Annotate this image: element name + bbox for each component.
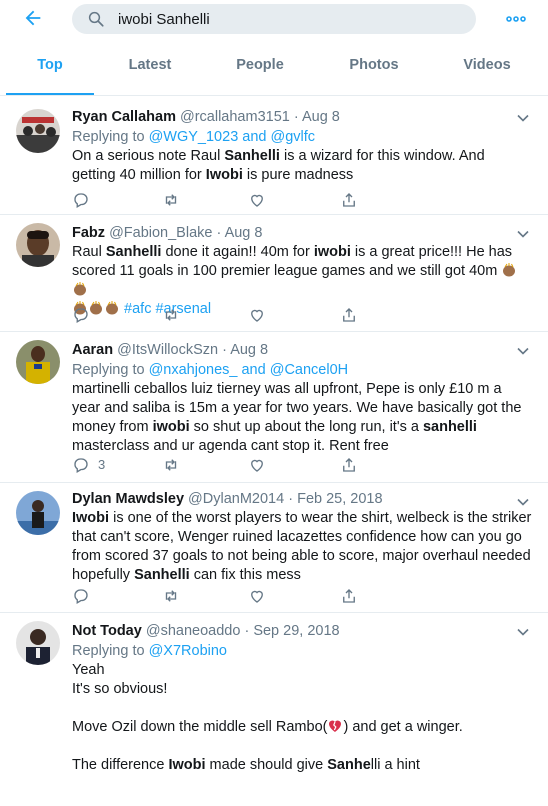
separator: · <box>216 225 222 241</box>
tweet[interactable]: Fabz @Fabion_Blake · Aug 8 Raul Sanhelli… <box>0 215 548 332</box>
share-icon[interactable] <box>340 191 358 211</box>
author-name[interactable]: Aaran <box>72 342 113 358</box>
tweet-date[interactable]: Aug 8 <box>230 342 268 358</box>
reply-mentions[interactable]: @WGY_1023 and @gvlfc <box>149 129 315 145</box>
avatar[interactable] <box>16 223 60 267</box>
replying-label: Replying to <box>72 643 145 659</box>
tweet-actions <box>72 191 372 211</box>
tweet-actions <box>72 587 372 607</box>
tweet-header: Dylan Mawdsley @DylanM2014 · Feb 25, 201… <box>72 489 532 509</box>
share-icon[interactable] <box>340 456 358 476</box>
retweet-icon[interactable] <box>162 191 180 211</box>
separator: · <box>222 342 227 358</box>
author-handle[interactable]: @DylanM2014 <box>188 491 284 507</box>
tweet-actions <box>72 306 372 326</box>
replying-to: Replying to @nxahjones_ and @Cancel0H <box>72 360 532 380</box>
tweet-header: Fabz @Fabion_Blake · Aug 8 <box>72 223 532 243</box>
avatar[interactable] <box>16 109 60 153</box>
tab-latest[interactable]: Latest <box>100 40 200 96</box>
replying-label: Replying to <box>72 129 145 145</box>
replying-to: Replying to @WGY_1023 and @gvlfc <box>72 127 532 147</box>
separator: · <box>244 623 250 639</box>
retweet-icon[interactable] <box>162 456 180 476</box>
tweet-text: Yeah It's so obvious! Move Ozil down the… <box>72 662 463 773</box>
broken-heart-emoji <box>327 719 343 735</box>
tweet[interactable]: Ryan Callaham @rcallaham3151 · Aug 8 Rep… <box>0 97 548 215</box>
tweet[interactable]: Dylan Mawdsley @DylanM2014 · Feb 25, 201… <box>0 483 548 613</box>
heart-icon[interactable] <box>248 306 266 326</box>
tab-people[interactable]: People <box>210 40 310 96</box>
author-name[interactable]: Ryan Callaham <box>72 109 176 125</box>
reply-icon[interactable]: 3 <box>72 456 112 476</box>
avatar[interactable] <box>16 621 60 665</box>
tweet-header: Ryan Callaham @rcallaham3151 · Aug 8 <box>72 107 532 127</box>
tweet-text: On a serious note Raul Sanhelli is a wiz… <box>72 148 489 183</box>
more-dots-icon[interactable] <box>504 9 528 29</box>
reply-icon[interactable] <box>72 587 90 607</box>
tweet-text: Iwobi is one of the worst players to wea… <box>72 510 536 583</box>
reply-count: 3 <box>98 457 106 472</box>
heart-icon[interactable] <box>248 587 266 607</box>
tweet-date[interactable]: Aug 8 <box>302 109 340 125</box>
tweet-actions: 3 <box>72 456 372 476</box>
separator: · <box>288 491 294 507</box>
tweet-text: martinelli ceballos luiz tierney was all… <box>72 381 526 454</box>
separator: · <box>293 109 299 125</box>
heart-icon[interactable] <box>248 191 266 211</box>
tab-videos[interactable]: Videos <box>437 40 537 96</box>
tweet-header: Aaran @ItsWillockSzn · Aug 8 <box>72 340 532 360</box>
author-handle[interactable]: @ItsWillockSzn <box>117 342 218 358</box>
replying-label: Replying to <box>72 362 145 378</box>
replying-to: Replying to @X7Robino <box>72 641 532 661</box>
avatar[interactable] <box>16 340 60 384</box>
author-handle[interactable]: @rcallaham3151 <box>180 109 290 125</box>
search-input[interactable] <box>118 8 458 30</box>
search-tabs: Top Latest People Photos Videos <box>0 40 548 96</box>
share-icon[interactable] <box>340 306 358 326</box>
back-arrow-icon[interactable] <box>22 7 44 29</box>
author-name[interactable]: Dylan Mawdsley <box>72 491 184 507</box>
author-handle[interactable]: @Fabion_Blake <box>109 225 212 241</box>
tweet[interactable]: Not Today @shaneoaddo · Sep 29, 2018 Rep… <box>0 613 548 806</box>
author-name[interactable]: Fabz <box>72 225 105 241</box>
tweet-date[interactable]: Aug 8 <box>225 225 263 241</box>
reply-mentions[interactable]: @X7Robino <box>149 643 227 659</box>
search-icon <box>87 10 105 28</box>
author-handle[interactable]: @shaneoaddo <box>146 623 241 639</box>
tweet-date[interactable]: Feb 25, 2018 <box>297 491 382 507</box>
avatar[interactable] <box>16 491 60 535</box>
heart-icon[interactable] <box>248 456 266 476</box>
reply-mentions[interactable]: @nxahjones_ and @Cancel0H <box>149 362 349 378</box>
tab-top[interactable]: Top <box>0 40 100 96</box>
author-name[interactable]: Not Today <box>72 623 142 639</box>
active-tab-indicator <box>6 93 94 95</box>
top-bar <box>0 0 548 40</box>
share-icon[interactable] <box>340 587 358 607</box>
tweet[interactable]: Aaran @ItsWillockSzn · Aug 8 Replying to… <box>0 332 548 483</box>
retweet-icon[interactable] <box>162 306 180 326</box>
tweet-header: Not Today @shaneoaddo · Sep 29, 2018 <box>72 621 532 641</box>
search-box[interactable] <box>72 4 476 34</box>
retweet-icon[interactable] <box>162 587 180 607</box>
tab-photos[interactable]: Photos <box>324 40 424 96</box>
reply-icon[interactable] <box>72 306 90 326</box>
reply-icon[interactable] <box>72 191 90 211</box>
tweet-date[interactable]: Sep 29, 2018 <box>253 623 339 639</box>
